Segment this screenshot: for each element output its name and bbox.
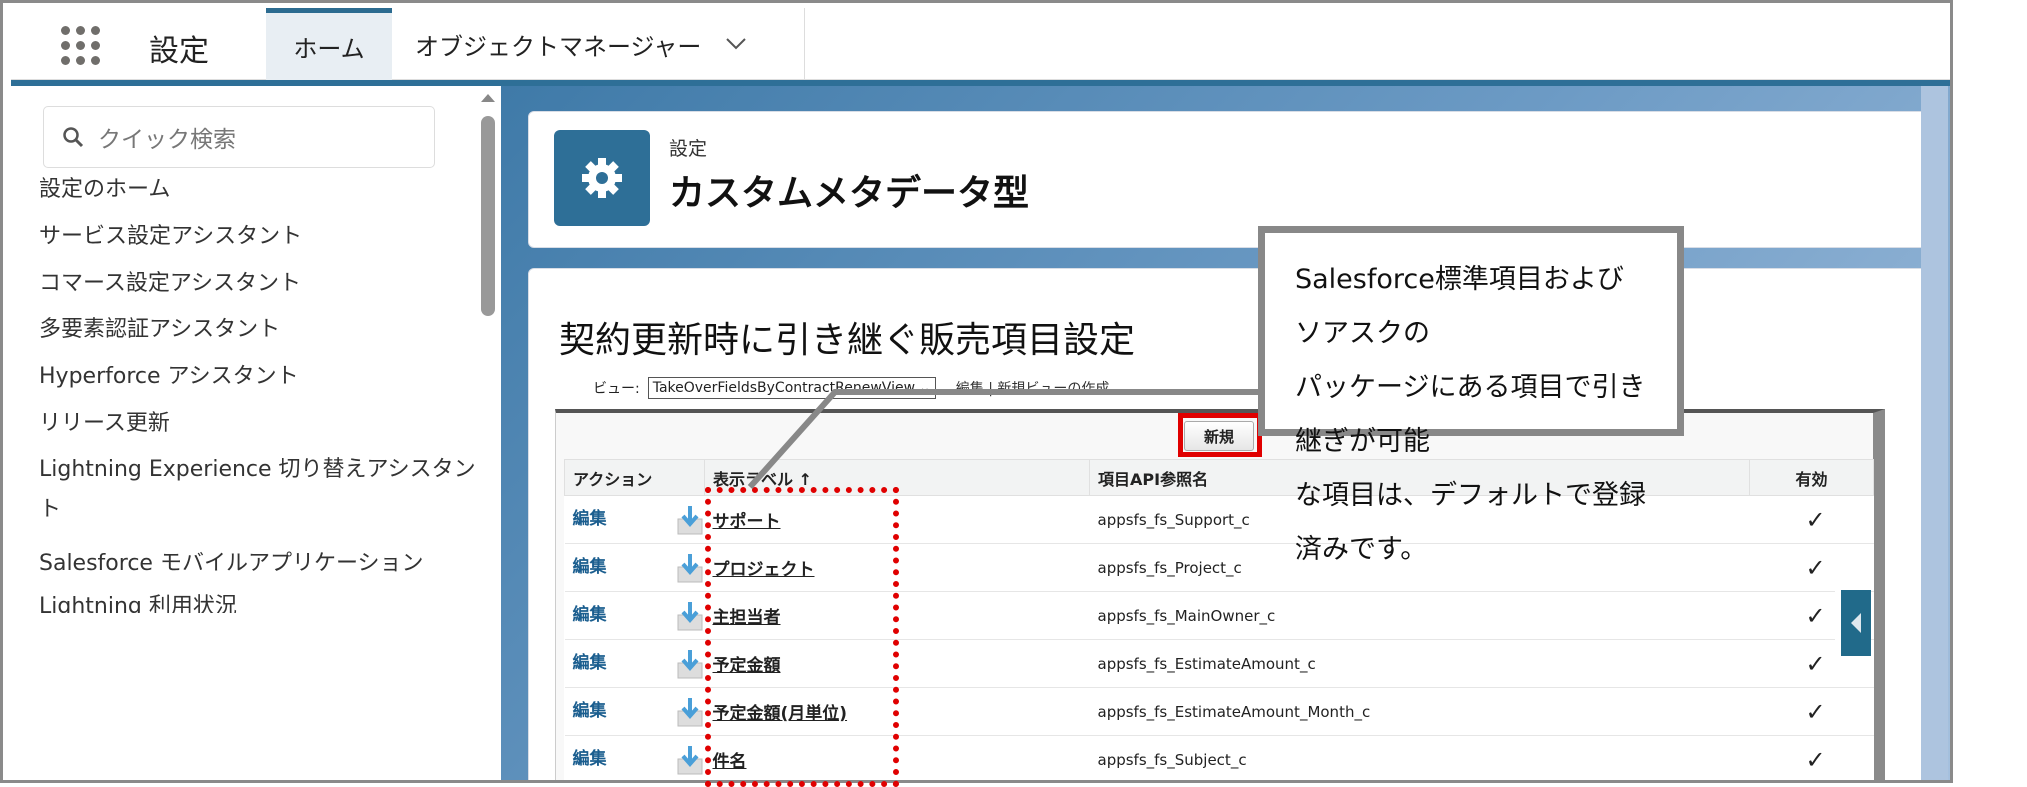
callout-connector bbox=[747, 389, 1258, 490]
callout-line: Salesforce標準項目およびソアスクの bbox=[1295, 264, 1624, 349]
callout-line: パッケージにある項目で引き継ぎが可能 bbox=[1295, 372, 1646, 457]
annotation-callout: Salesforce標準項目およびソアスクの パッケージにある項目で引き継ぎが可… bbox=[1258, 226, 1684, 565]
callout-line: な項目は、デフォルトで登録済みです。 bbox=[1295, 480, 1646, 565]
